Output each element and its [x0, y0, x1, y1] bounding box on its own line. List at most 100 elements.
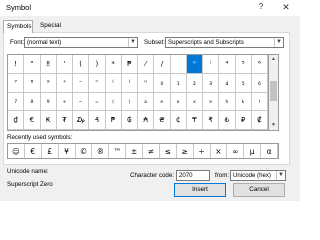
symbol-cell[interactable] [170, 55, 187, 74]
close-button[interactable]: ✕ [279, 1, 293, 13]
symbol-cell[interactable]: ₄ [219, 73, 236, 93]
character-code-input[interactable]: 2070 [176, 170, 210, 181]
symbol-cell[interactable]: ₱ [105, 111, 122, 130]
symbol-cell[interactable]: ₺ [219, 111, 236, 130]
symbol-cell[interactable]: ₊ [56, 92, 73, 112]
symbol-cell[interactable]: / [154, 55, 171, 74]
recent-symbol-cell[interactable]: ☺ [8, 144, 25, 158]
symbol-cell[interactable]: ₡ [251, 111, 268, 130]
symbol-cell[interactable]: ₌ [89, 92, 106, 112]
recent-symbol-cell[interactable]: ± [126, 144, 143, 158]
chevron-down-icon: ▼ [274, 38, 283, 47]
symbol-cell[interactable]: ₐ [138, 92, 155, 112]
symbol-cell[interactable]: ₑ [154, 92, 171, 112]
symbol-cell[interactable]: * [105, 55, 122, 74]
symbol-cell[interactable]: ₁ [170, 73, 187, 93]
symbol-cell[interactable]: ⁷ [8, 73, 25, 93]
symbol-cell[interactable]: ' [56, 55, 73, 74]
symbol-cell[interactable]: ⁵ [235, 55, 252, 74]
recent-symbol-cell[interactable]: × [211, 144, 228, 158]
symbol-cell[interactable]: ₀ [154, 73, 171, 93]
symbol-cell[interactable]: ₱ [121, 55, 138, 74]
symbol-cell[interactable]: ₗ [251, 92, 268, 112]
symbol-cell[interactable]: ₂ [186, 73, 203, 93]
symbol-cell[interactable]: ₰ [89, 111, 106, 130]
symbol-cell[interactable]: ₎ [121, 92, 138, 112]
recent-symbol-cell[interactable]: £ [42, 144, 59, 158]
symbol-cell[interactable]: ⁴ [219, 55, 236, 74]
symbol-grid-scrollbar[interactable]: ▲ ▼ [269, 54, 279, 131]
symbol-cell[interactable]: " [24, 55, 41, 74]
subset-dropdown[interactable]: Superscripts and Subscripts ▼ [165, 37, 284, 48]
symbol-cell[interactable]: ⁹ [40, 73, 57, 93]
font-value: (normal text) [27, 39, 62, 46]
symbol-cell[interactable]: ₭ [40, 111, 57, 130]
scroll-down-icon[interactable]: ▼ [269, 121, 278, 130]
recent-symbol-cell[interactable]: α [261, 144, 278, 158]
symbol-cell[interactable]: ₃ [203, 73, 220, 93]
symbol-cell[interactable]: ⁄ [138, 55, 155, 74]
symbol-cell[interactable]: ₯ [73, 111, 90, 130]
symbol-cell[interactable]: ₍ [105, 92, 122, 112]
symbol-cell[interactable]: ₉ [40, 92, 57, 112]
font-dropdown[interactable]: (normal text) ▼ [24, 37, 138, 48]
recent-symbol-cell[interactable]: ™ [109, 144, 127, 158]
symbol-cell[interactable]: ) [89, 55, 106, 74]
recent-symbol-cell[interactable]: ¥ [59, 144, 76, 158]
symbol-cell[interactable]: ₽ [235, 111, 252, 130]
from-dropdown[interactable]: Unicode (hex) ▼ [230, 170, 286, 181]
recent-symbol-cell[interactable]: ∞ [227, 144, 245, 158]
symbol-cell[interactable]: ₸ [186, 111, 203, 130]
symbol-cell[interactable]: ⁿ [138, 73, 155, 93]
symbol-cell[interactable]: ₇ [8, 92, 25, 112]
symbol-cell[interactable]: ₮ [56, 111, 73, 130]
symbol-cell[interactable]: ₹ [203, 111, 220, 130]
recent-symbol-cell[interactable]: ≠ [143, 144, 160, 158]
symbol-cell[interactable]: ₔ [203, 92, 220, 112]
symbol-cell[interactable]: ₒ [170, 92, 187, 112]
from-value: Unicode (hex) [233, 172, 271, 179]
symbol-cell[interactable]: ₓ [186, 92, 203, 112]
symbol-cell[interactable]: ₫ [8, 111, 25, 130]
symbol-cell[interactable]: ₈ [24, 92, 41, 112]
help-button[interactable]: ? [255, 1, 267, 13]
symbol-cell[interactable]: ⁸ [24, 73, 41, 93]
symbol-cell[interactable]: ₲ [121, 111, 138, 130]
symbol-cell[interactable]: ⁻ [73, 73, 90, 93]
recent-symbol-cell[interactable]: µ [244, 144, 262, 158]
symbol-cell[interactable]: € [24, 111, 41, 130]
scroll-up-icon[interactable]: ▲ [269, 55, 278, 64]
symbol-cell[interactable]: ₵ [170, 111, 187, 130]
cancel-button[interactable]: Cancel [233, 183, 285, 197]
symbol-cell[interactable]: ₆ [251, 73, 268, 93]
recent-symbol-cell[interactable]: € [25, 144, 42, 158]
symbol-cell[interactable]: ( [73, 55, 90, 74]
tab-special-characters[interactable]: Special Characters [37, 20, 92, 41]
symbol-cell[interactable]: ₳ [138, 111, 155, 130]
unicode-name-label: Unicode name: [7, 168, 49, 175]
symbol-cell[interactable]: ₅ [235, 73, 252, 93]
recent-symbol-cell[interactable]: ≤ [160, 144, 177, 158]
symbol-cell[interactable]: ⁱ [203, 55, 220, 74]
recent-symbol-cell[interactable]: ≥ [177, 144, 194, 158]
scroll-thumb[interactable] [270, 81, 277, 101]
tab-symbols[interactable]: Symbols [3, 20, 33, 33]
symbol-cell[interactable]: ⁽ [105, 73, 122, 93]
symbol-cell[interactable]: ⁾ [121, 73, 138, 93]
symbol-cell[interactable]: ₋ [73, 92, 90, 112]
insert-button[interactable]: Insert [174, 183, 226, 197]
symbol-cell[interactable]: ₕ [219, 92, 236, 112]
symbol-cell[interactable]: ‼ [40, 55, 57, 74]
symbol-cell[interactable]: ₖ [235, 92, 252, 112]
symbol-cell[interactable]: ⁶ [251, 55, 268, 74]
font-label: Font: [10, 39, 25, 46]
window-title: Symbol [6, 3, 32, 12]
symbol-cell[interactable]: ! [8, 55, 25, 74]
recent-symbol-cell[interactable]: ® [92, 144, 110, 158]
symbol-cell[interactable]: ⁺ [56, 73, 73, 93]
symbol-cell[interactable]: ⁼ [89, 73, 106, 93]
recent-symbol-cell[interactable]: © [76, 144, 93, 158]
symbol-cell[interactable]: ₴ [154, 111, 171, 130]
recent-symbol-cell[interactable]: ÷ [194, 144, 211, 158]
symbol-cell[interactable]: ⁰ [186, 55, 203, 74]
